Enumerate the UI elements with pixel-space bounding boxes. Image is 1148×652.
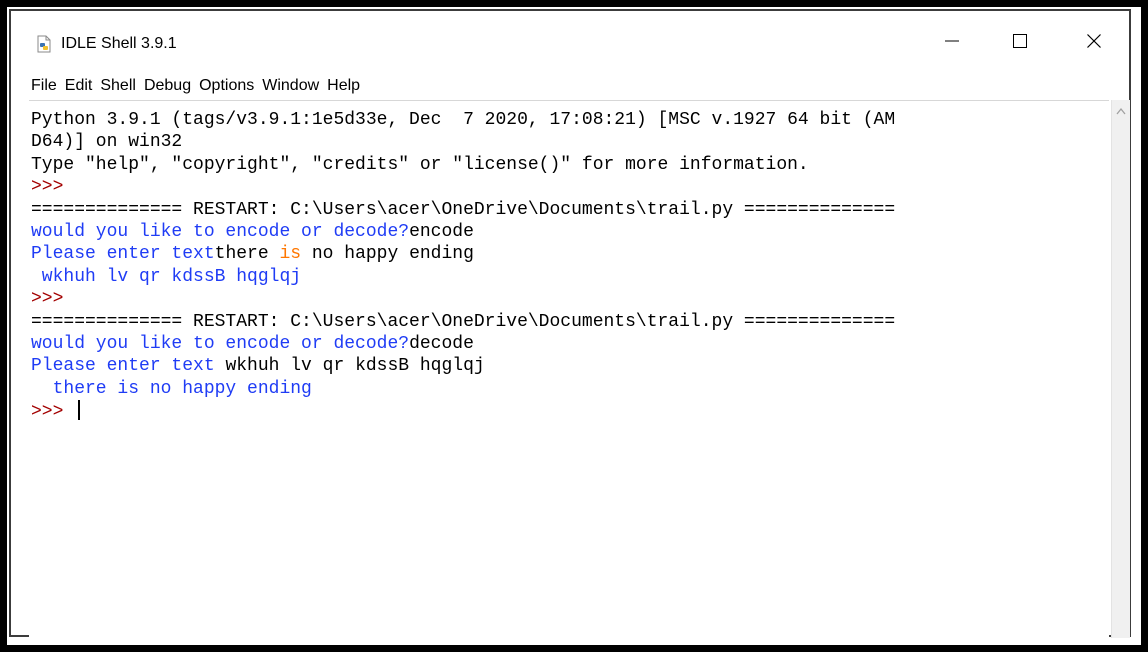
console-line: ============== RESTART: C:\Users\acer\On… (31, 311, 1105, 333)
console-text: ============== RESTART: C:\Users\acer\On… (31, 199, 896, 220)
idle-shell-window: IDLE Shell 3.9.1 File Edit Shell Debug O… (9, 9, 1131, 639)
shell-text-area[interactable]: Python 3.9.1 (tags/v3.9.1:1e5d33e, Dec 7… (29, 100, 1109, 639)
console-line: ============== RESTART: C:\Users\acer\On… (31, 199, 1105, 221)
console-text: no happy ending (301, 244, 474, 265)
close-icon (1087, 34, 1101, 48)
console-line: would you like to encode or decode?encod… (31, 221, 1105, 243)
console-line: >>> (31, 288, 1105, 310)
title-bar[interactable]: IDLE Shell 3.9.1 (11, 11, 1129, 71)
python-file-icon (37, 35, 51, 53)
chevron-up-icon (1116, 107, 1126, 115)
window-title: IDLE Shell 3.9.1 (61, 35, 177, 52)
close-button[interactable] (1065, 21, 1123, 61)
console-text: would you like to encode or decode? (31, 221, 410, 242)
console-text: D64)] on win32 (31, 132, 183, 153)
console-text: encode (409, 221, 474, 242)
console-line: would you like to encode or decode?decod… (31, 333, 1105, 355)
console-line: Please enter textthere is no happy endin… (31, 243, 1105, 265)
shell-prompt: >>> (31, 289, 64, 310)
scroll-up-button[interactable] (1113, 104, 1129, 118)
menu-help[interactable]: Help (327, 76, 360, 96)
console-text: Python 3.9.1 (tags/v3.9.1:1e5d33e, Dec 7… (31, 110, 896, 130)
console-line: Python 3.9.1 (tags/v3.9.1:1e5d33e, Dec 7… (31, 109, 1105, 131)
console-text: there (214, 244, 280, 265)
console-text: Type "help", "copyright", "credits" or "… (31, 154, 809, 175)
minimize-button[interactable] (923, 21, 981, 61)
console-line: >>> (31, 176, 1105, 198)
menu-debug[interactable]: Debug (144, 76, 191, 96)
console-line: Type "help", "copyright", "credits" or "… (31, 154, 1105, 176)
shell-prompt: >>> (31, 177, 64, 198)
console-text: there is no happy ending (31, 378, 312, 399)
console-text: wkhuh lv qr kdssB hqglqj (31, 266, 302, 287)
console-line: >>> (31, 400, 1105, 422)
console-text: is (279, 244, 302, 265)
console-line: Please enter text wkhuh lv qr kdssB hqgl… (31, 355, 1105, 377)
menu-file[interactable]: File (31, 76, 57, 96)
console-line: there is no happy ending (31, 378, 1105, 400)
menu-bar: File Edit Shell Debug Options Window Hel… (11, 73, 1129, 99)
minimize-icon (945, 40, 959, 42)
console-output: Python 3.9.1 (tags/v3.9.1:1e5d33e, Dec 7… (31, 109, 1105, 422)
shell-prompt: >>> (31, 402, 75, 423)
console-text: Please enter text (31, 244, 215, 265)
menu-options[interactable]: Options (199, 76, 254, 96)
console-text: wkhuh lv qr kdssB hqglqj (214, 356, 485, 377)
menu-window[interactable]: Window (262, 76, 319, 96)
console-line: wkhuh lv qr kdssB hqglqj (31, 266, 1105, 288)
console-text: ============== RESTART: C:\Users\acer\On… (31, 311, 896, 332)
menu-shell[interactable]: Shell (100, 76, 136, 96)
maximize-icon (1013, 34, 1027, 48)
vertical-scrollbar[interactable] (1111, 100, 1130, 638)
console-text: Please enter text (31, 356, 215, 377)
console-text: would you like to encode or decode? (31, 333, 410, 354)
console-line: D64)] on win32 (31, 131, 1105, 153)
maximize-button[interactable] (991, 21, 1049, 61)
console-text: decode (409, 333, 474, 354)
menu-edit[interactable]: Edit (65, 76, 93, 96)
text-cursor (78, 400, 81, 421)
